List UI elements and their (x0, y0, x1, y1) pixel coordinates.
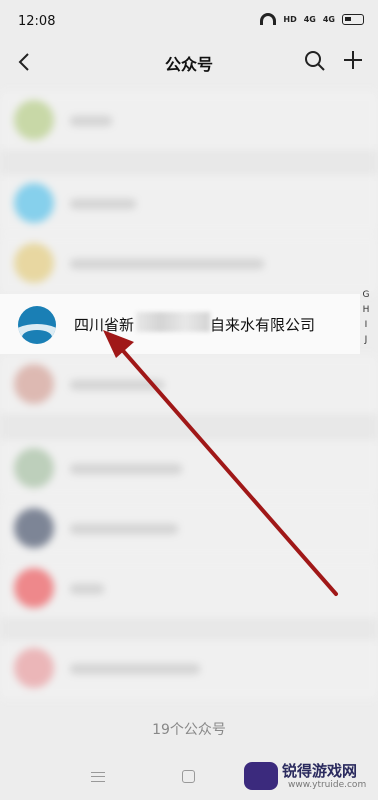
menu-icon[interactable] (91, 772, 105, 782)
avatar (14, 364, 54, 404)
avatar (14, 100, 54, 140)
index-letter[interactable]: I (360, 318, 372, 333)
list-item-label (70, 116, 112, 126)
avatar (14, 568, 54, 608)
index-letter[interactable]: G (360, 288, 372, 303)
account-name-prefix: 四川省新 (74, 316, 135, 334)
list-item[interactable] (0, 640, 378, 698)
home-icon[interactable] (182, 770, 195, 783)
account-name-suffix: 自来水有限公司 (210, 316, 316, 334)
list-item-label (70, 199, 136, 209)
list-item-label (70, 524, 178, 534)
list-item[interactable] (0, 440, 378, 498)
list-item-label (70, 664, 200, 674)
alphabet-index[interactable]: G H I J (360, 288, 372, 348)
list-item[interactable] (0, 235, 378, 293)
list-item-label (70, 380, 164, 390)
highlighted-account-row[interactable]: 四川省新 自来水有限公司 (0, 294, 360, 354)
search-icon[interactable] (302, 48, 328, 74)
list-item-label (70, 464, 182, 474)
status-icons: HD 4G 4G (260, 13, 364, 25)
battery-icon (342, 13, 364, 25)
avatar (14, 448, 54, 488)
watermark-brand: 锐得游戏网 (282, 762, 358, 780)
list-item-label (70, 259, 264, 269)
avatar (14, 183, 54, 223)
signal-4g-2: 4G (322, 14, 335, 24)
wifi-icon (260, 13, 277, 25)
avatar (14, 508, 54, 548)
nav-bar: 公众号 (0, 40, 378, 84)
redaction-mask (136, 312, 210, 332)
watermark-logo-icon (244, 762, 278, 790)
account-count: 19个公众号 (152, 722, 226, 738)
signal-4g-1: 4G (303, 14, 316, 24)
list-item[interactable] (0, 356, 378, 414)
list-item[interactable] (0, 560, 378, 618)
status-bar: 12:08 HD 4G 4G (0, 0, 378, 40)
list-item[interactable] (0, 175, 378, 233)
watermark-url: www.ytruide.com (288, 780, 367, 790)
index-letter[interactable]: H (360, 303, 372, 318)
plus-icon[interactable] (340, 47, 366, 73)
water-company-avatar (18, 306, 56, 344)
avatar (14, 648, 54, 688)
list-item[interactable] (0, 500, 378, 558)
list-item[interactable] (0, 92, 378, 150)
hd-label: HD (283, 14, 297, 24)
avatar (14, 243, 54, 283)
watermark: 锐得游戏网 www.ytruide.com (244, 758, 374, 796)
status-time: 12:08 (18, 14, 56, 29)
index-letter[interactable]: J (360, 333, 372, 348)
list-item-label (70, 584, 104, 594)
